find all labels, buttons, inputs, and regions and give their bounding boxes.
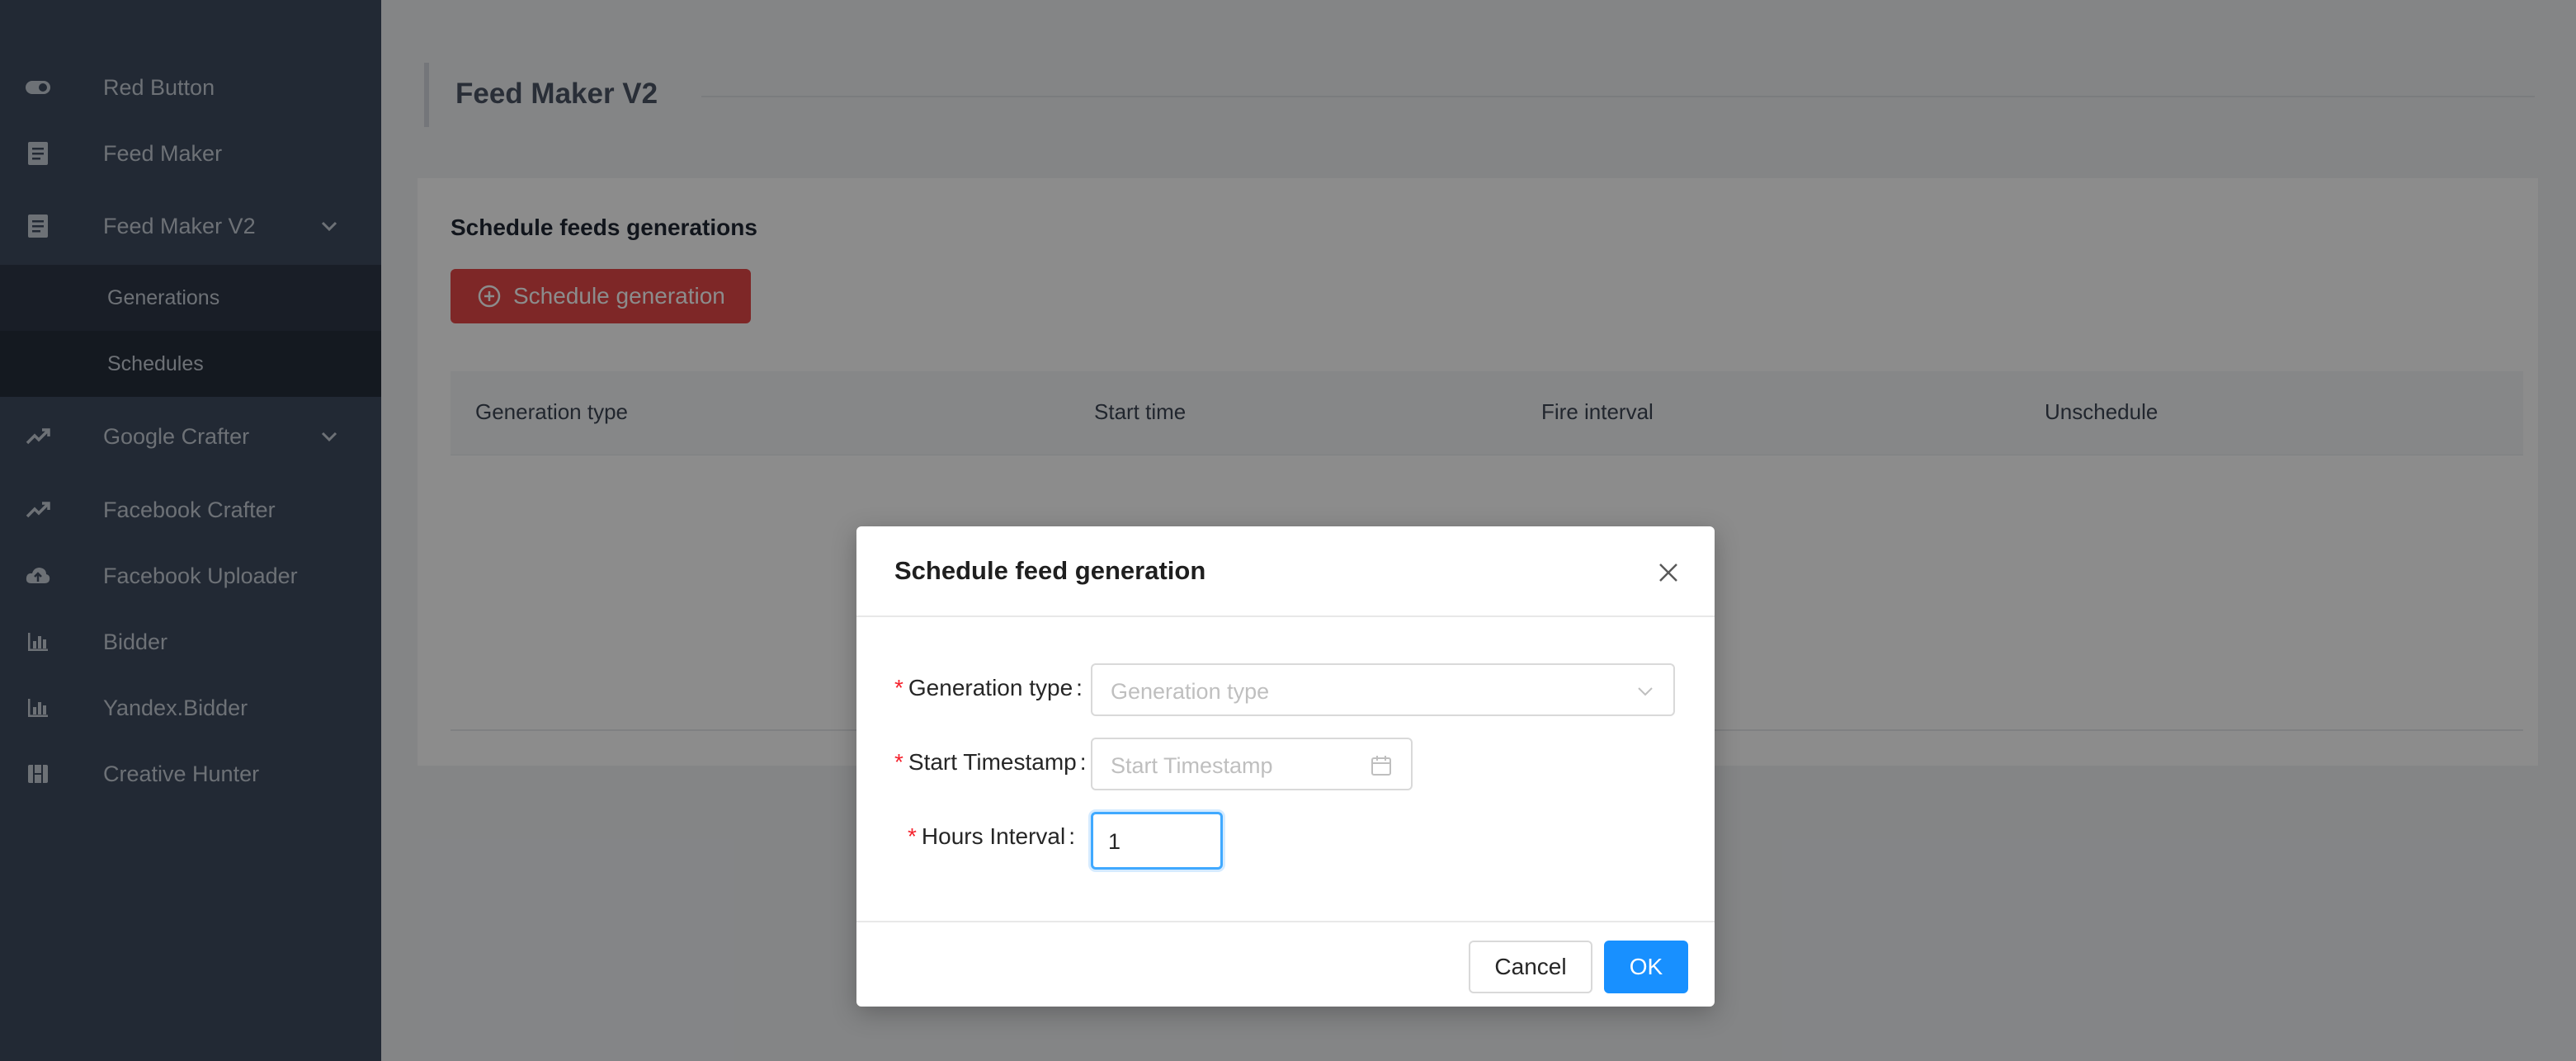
hours-interval-label: * Hours Interval: bbox=[908, 823, 1075, 850]
start-timestamp-picker[interactable]: Start Timestamp bbox=[1091, 738, 1413, 790]
modal-footer: Cancel OK bbox=[856, 921, 1715, 1007]
hours-interval-input-wrapper bbox=[1091, 812, 1223, 870]
generation-type-label: * Generation type: bbox=[894, 675, 1083, 701]
close-icon[interactable] bbox=[1654, 558, 1683, 587]
generation-type-label-text: Generation type bbox=[908, 675, 1073, 700]
modal-header: Schedule feed generation bbox=[856, 526, 1715, 617]
ok-button[interactable]: OK bbox=[1604, 941, 1688, 993]
required-mark: * bbox=[894, 675, 903, 700]
modal-title: Schedule feed generation bbox=[894, 556, 1206, 585]
hours-interval-input[interactable] bbox=[1108, 829, 1207, 855]
required-mark: * bbox=[894, 749, 903, 775]
required-mark: * bbox=[908, 823, 917, 849]
label-colon: : bbox=[1069, 823, 1075, 849]
start-timestamp-label: * Start Timestamp: bbox=[894, 749, 1087, 776]
chevron-down-icon bbox=[1635, 681, 1655, 701]
form-row-hours-interval: * Hours Interval: bbox=[856, 810, 1715, 870]
start-timestamp-placeholder: Start Timestamp bbox=[1111, 753, 1273, 778]
generation-type-select[interactable]: Generation type bbox=[1091, 663, 1675, 716]
cancel-button[interactable]: Cancel bbox=[1469, 941, 1592, 993]
calendar-icon bbox=[1370, 754, 1393, 777]
schedule-feed-generation-dialog: Schedule feed generation * Generation typ… bbox=[856, 526, 1715, 1007]
hours-interval-label-text: Hours Interval bbox=[921, 823, 1066, 849]
label-colon: : bbox=[1079, 749, 1087, 775]
label-colon: : bbox=[1076, 675, 1083, 700]
form-row-start-timestamp: * Start Timestamp: Start Timestamp bbox=[856, 736, 1715, 790]
start-timestamp-label-text: Start Timestamp bbox=[908, 749, 1077, 775]
app-root: Red Button Feed Maker Feed Maker V2 Gene… bbox=[0, 0, 2576, 1061]
form-row-generation-type: * Generation type: Generation type bbox=[856, 662, 1715, 716]
generation-type-placeholder: Generation type bbox=[1111, 679, 1270, 704]
